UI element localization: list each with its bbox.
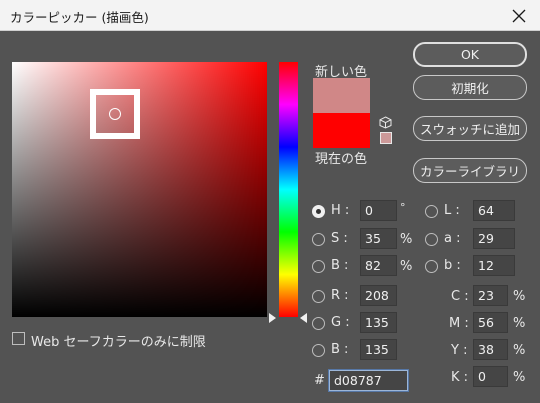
new-color-swatch: [313, 78, 370, 113]
b-brightness-input[interactable]: 82: [360, 255, 397, 276]
lab-b-label: b :: [444, 258, 461, 273]
g-label: G :: [331, 315, 350, 330]
y-unit: %: [513, 343, 526, 358]
l-label: L :: [444, 203, 460, 218]
close-button[interactable]: [498, 0, 540, 31]
hue-slider-left-arrow[interactable]: [269, 313, 276, 323]
title-bar: カラーピッカー (描画色): [0, 0, 540, 31]
color-field-ring: [109, 108, 121, 120]
radio-b-blue[interactable]: [312, 344, 325, 357]
reset-button[interactable]: 初期化: [413, 75, 527, 100]
h-label: H :: [331, 203, 350, 218]
lab-b-input[interactable]: 12: [473, 255, 515, 276]
radio-g[interactable]: [312, 317, 325, 330]
color-field[interactable]: [12, 62, 267, 317]
b-blue-input[interactable]: 135: [360, 339, 397, 360]
radio-a[interactable]: [425, 233, 438, 246]
cube-icon[interactable]: [379, 116, 392, 129]
close-icon: [512, 9, 526, 22]
r-input[interactable]: 208: [360, 285, 397, 306]
hue-slider-right-arrow[interactable]: [300, 313, 307, 323]
a-input[interactable]: 29: [473, 228, 515, 249]
b-blue-label: B :: [331, 342, 349, 357]
current-color-label: 現在の色: [315, 152, 368, 167]
c-unit: %: [513, 289, 526, 304]
c-input[interactable]: 23: [473, 285, 508, 306]
window-title: カラーピッカー (描画色): [10, 10, 149, 25]
k-input[interactable]: 0: [473, 366, 508, 387]
add-to-swatches-button[interactable]: スウォッチに追加: [413, 116, 527, 141]
websafe-color-swatch[interactable]: [380, 132, 392, 144]
l-input[interactable]: 64: [473, 200, 515, 221]
radio-r[interactable]: [312, 290, 325, 303]
color-libraries-button[interactable]: カラーライブラリ: [413, 158, 527, 183]
hue-slider[interactable]: [279, 62, 298, 317]
hex-input[interactable]: d08787: [328, 369, 409, 392]
k-unit: %: [513, 370, 526, 385]
b-brightness-unit: %: [400, 259, 413, 274]
s-input[interactable]: 35: [360, 228, 397, 249]
a-label: a :: [444, 231, 461, 246]
h-unit: °: [400, 201, 406, 214]
m-label: M :: [449, 316, 469, 331]
radio-b-brightness[interactable]: [312, 260, 325, 273]
m-input[interactable]: 56: [473, 312, 508, 333]
radio-lab-b[interactable]: [425, 260, 438, 273]
h-input[interactable]: 0: [360, 200, 397, 221]
m-unit: %: [513, 316, 526, 331]
color-field-cursor[interactable]: [90, 89, 140, 139]
s-label: S :: [331, 231, 348, 246]
websafe-checkbox[interactable]: [12, 332, 25, 345]
current-color-swatch[interactable]: [313, 113, 370, 148]
radio-s[interactable]: [312, 233, 325, 246]
r-label: R :: [331, 288, 349, 303]
g-input[interactable]: 135: [360, 312, 397, 333]
y-input[interactable]: 38: [473, 339, 508, 360]
s-unit: %: [400, 232, 413, 247]
b-brightness-label: B :: [331, 258, 349, 273]
radio-h[interactable]: [312, 205, 325, 218]
k-label: K :: [451, 370, 469, 385]
hex-label: #: [314, 373, 325, 388]
c-label: C :: [451, 289, 469, 304]
ok-button[interactable]: OK: [413, 42, 527, 67]
websafe-checkbox-label: Web セーフカラーのみに制限: [31, 335, 206, 350]
radio-l[interactable]: [425, 205, 438, 218]
y-label: Y :: [451, 343, 468, 358]
